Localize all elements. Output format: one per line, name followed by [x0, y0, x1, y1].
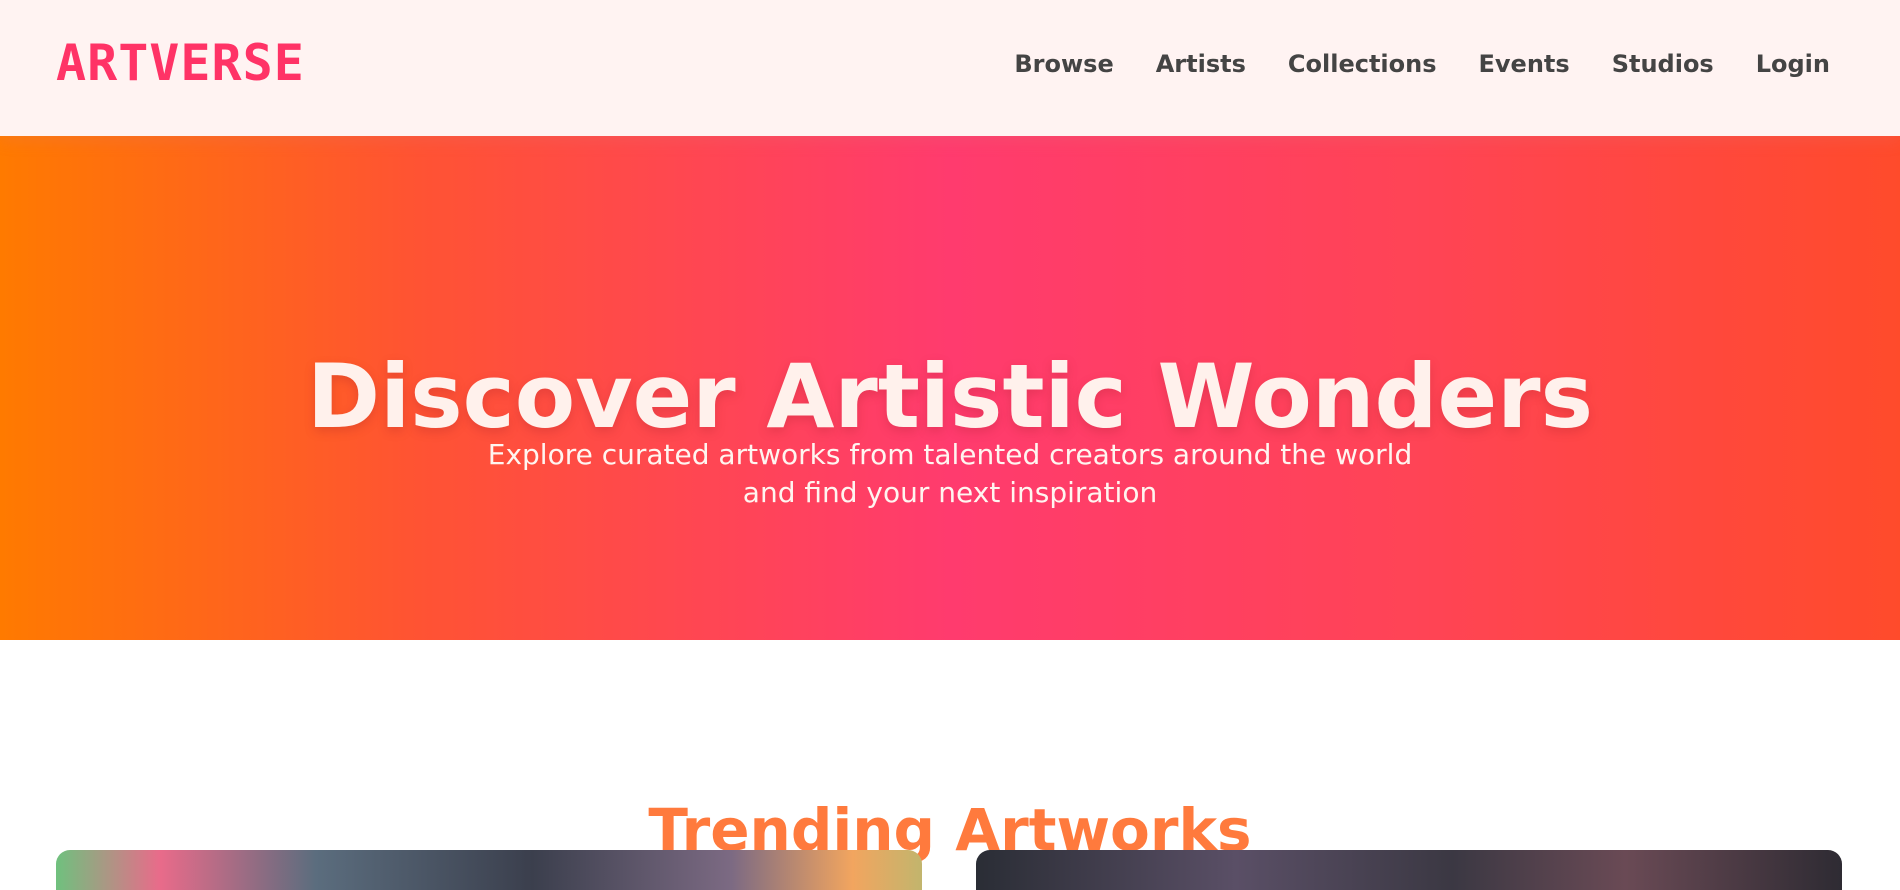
site-logo[interactable]: ARTVERSE	[56, 34, 305, 92]
hero-subtitle: Explore curated artworks from talented c…	[487, 438, 1413, 509]
trending-section: Trending Artworks	[0, 640, 1900, 890]
hero-banner: Discover Artistic Wonders Explore curate…	[0, 136, 1900, 640]
nav-link-login[interactable]: Login	[1756, 44, 1830, 84]
nav-link-collections[interactable]: Collections	[1288, 44, 1437, 84]
artwork-card[interactable]	[976, 850, 1842, 890]
nav-link-browse[interactable]: Browse	[1014, 44, 1113, 84]
nav-link-artists[interactable]: Artists	[1156, 44, 1246, 84]
hero-title: Discover Artistic Wonders	[307, 344, 1593, 448]
main-nav: Browse Artists Collections Events Studio…	[1014, 44, 1830, 84]
nav-link-studios[interactable]: Studios	[1612, 44, 1714, 84]
site-header: ARTVERSE Browse Artists Collections Even…	[0, 0, 1900, 136]
nav-link-events[interactable]: Events	[1479, 44, 1570, 84]
artwork-card[interactable]	[56, 850, 922, 890]
